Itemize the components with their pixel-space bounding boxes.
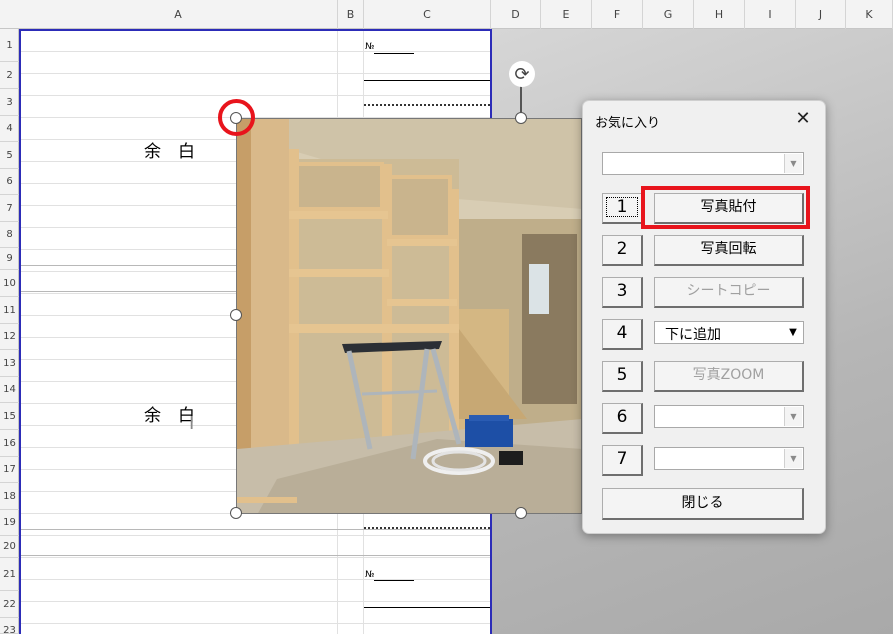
number-button-4[interactable]: 4 <box>602 319 643 350</box>
row-header[interactable]: 17 <box>0 457 19 483</box>
resize-handle-top[interactable] <box>515 112 527 124</box>
row-header[interactable]: 22 <box>0 591 19 618</box>
row-header[interactable]: 19 <box>0 510 19 536</box>
add-below-value: 下に追加 <box>665 327 721 343</box>
photo-zoom-button[interactable]: 写真ZOOM <box>654 361 804 392</box>
number-button-6[interactable]: 6 <box>602 403 643 434</box>
row-header[interactable]: 5 <box>0 142 19 169</box>
number-label: 1 <box>606 197 638 217</box>
number-button-1[interactable]: 1 <box>602 193 643 224</box>
number-button-2[interactable]: 2 <box>602 235 643 266</box>
row-header[interactable]: 3 <box>0 89 19 116</box>
row-header[interactable]: 11 <box>0 297 19 324</box>
resize-handle-bottom-left[interactable] <box>230 507 242 519</box>
column-header[interactable]: E <box>541 0 592 29</box>
chevron-down-icon[interactable]: ▼ <box>784 154 802 173</box>
row-header[interactable]: 1 <box>0 29 19 62</box>
row-header[interactable]: 9 <box>0 248 19 270</box>
row-header[interactable]: 14 <box>0 377 19 403</box>
row-header[interactable]: 23 <box>0 618 19 634</box>
row-header[interactable]: 13 <box>0 350 19 377</box>
column-header[interactable]: G <box>643 0 694 29</box>
close-icon[interactable]: ✕ <box>791 107 815 131</box>
number-button-3[interactable]: 3 <box>602 277 643 308</box>
row-header[interactable]: 7 <box>0 195 19 222</box>
dialog-title: お気に入り <box>595 116 661 131</box>
column-header[interactable]: D <box>491 0 541 29</box>
row-header[interactable]: 8 <box>0 222 19 248</box>
rotate-handle-icon[interactable]: ⟳ <box>509 61 535 87</box>
number-button-7[interactable]: 7 <box>602 445 643 476</box>
row-header[interactable]: 12 <box>0 324 19 350</box>
row-header[interactable]: 18 <box>0 483 19 510</box>
highlight-circle <box>218 99 255 136</box>
row-headers: 1 2 3 4 5 6 7 8 9 10 11 12 13 14 15 16 1… <box>0 29 19 634</box>
construction-photo[interactable] <box>236 118 582 514</box>
number-button-5[interactable]: 5 <box>602 361 643 392</box>
column-header[interactable]: A <box>19 0 338 29</box>
rotate-photo-button[interactable]: 写真回転 <box>654 235 804 266</box>
add-below-combo[interactable]: 下に追加 ▼ <box>654 321 804 344</box>
rotate-stem <box>520 86 522 114</box>
resize-handle-bottom[interactable] <box>515 507 527 519</box>
column-header[interactable]: K <box>846 0 893 29</box>
chevron-down-icon[interactable]: ▼ <box>784 449 802 468</box>
combo-7[interactable]: ▼ <box>654 447 804 470</box>
photo-image <box>237 119 581 513</box>
column-headers: A B C D E F G H I J K <box>0 0 893 29</box>
sheet-copy-button[interactable]: シートコピー <box>654 277 804 308</box>
row-header[interactable]: 20 <box>0 536 19 558</box>
combo-6[interactable]: ▼ <box>654 405 804 428</box>
highlight-box <box>641 186 810 229</box>
column-header[interactable]: H <box>694 0 745 29</box>
column-header[interactable]: C <box>364 0 491 29</box>
row-header[interactable]: 15 <box>0 403 19 430</box>
row-header[interactable]: 2 <box>0 62 19 89</box>
column-header[interactable]: J <box>796 0 846 29</box>
column-header[interactable]: F <box>592 0 643 29</box>
resize-handle-left[interactable] <box>230 309 242 321</box>
row-header[interactable]: 16 <box>0 430 19 457</box>
favorites-dialog: お気に入り ✕ ▼ 1 写真貼付 2 写真回転 3 シートコピー 4 下に追加 … <box>582 100 826 534</box>
chevron-down-icon[interactable]: ▼ <box>784 407 802 426</box>
chevron-down-icon[interactable]: ▼ <box>784 323 802 342</box>
row-header[interactable]: 6 <box>0 169 19 195</box>
column-header[interactable]: B <box>338 0 364 29</box>
column-header[interactable]: I <box>745 0 796 29</box>
row-header[interactable]: 10 <box>0 270 19 297</box>
top-combo[interactable]: ▼ <box>602 152 804 175</box>
row-header[interactable]: 21 <box>0 558 19 591</box>
row-header[interactable]: 4 <box>0 116 19 142</box>
close-dialog-button[interactable]: 閉じる <box>602 488 804 520</box>
